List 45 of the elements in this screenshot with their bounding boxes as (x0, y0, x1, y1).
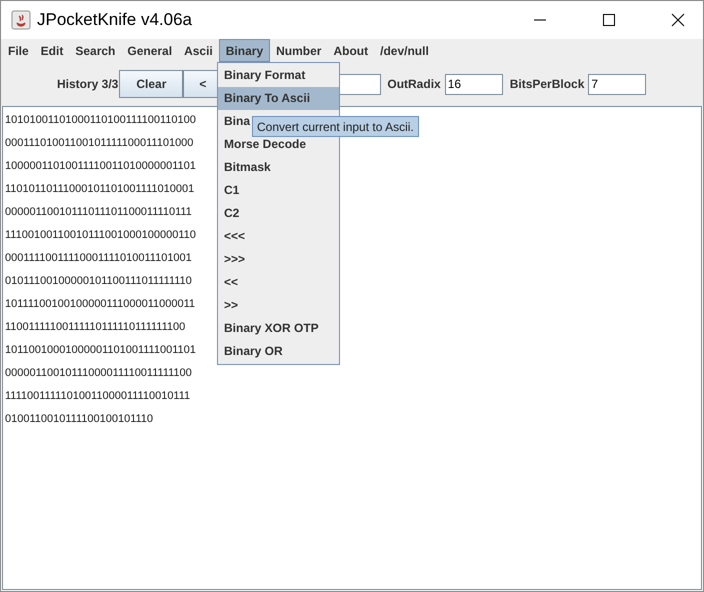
text-line: 0100110010111100100101110 (5, 412, 154, 427)
menu-option[interactable]: Binary OR (218, 340, 339, 363)
bitsperblock-field[interactable]: 7 (588, 74, 646, 94)
text-line: 00011110011110001111010011101001 (5, 251, 192, 266)
text-line: 01011100100000101100111011111110 (5, 274, 192, 289)
text-line: 11001111100111110111110111111100 (5, 320, 186, 335)
text-line: 11100100110010111001000100000110 (5, 228, 196, 243)
window-title: JPocketKnife v4.06a (37, 9, 192, 32)
menu-option[interactable]: Binary XOR OTP (218, 317, 339, 340)
text-line: 00011101001100101111100011101000 (5, 136, 194, 151)
menu-option[interactable]: >> (218, 294, 339, 317)
outradix-label: OutRadix (387, 76, 441, 93)
menu-option[interactable]: Bitmask (218, 156, 339, 179)
menu-option[interactable]: C1 (218, 179, 339, 202)
text-line: 10110010001000001101001111001101 (5, 343, 196, 358)
menu-item[interactable]: /dev/null (374, 39, 435, 62)
clear-button[interactable]: Clear (119, 70, 184, 98)
maximize-icon[interactable] (602, 13, 616, 27)
menu-option[interactable]: <<< (218, 225, 339, 248)
close-icon[interactable] (671, 13, 685, 27)
text-line: 10111100100100000111000011000011 (5, 297, 196, 312)
menu-option[interactable]: Binary To Ascii (218, 87, 339, 110)
text-line: 10101001101000110100111100110100 (5, 113, 196, 128)
text-line: 11110011111010011000011110010111 (5, 389, 190, 404)
text-line: 11010110111000101101001111010001 (5, 182, 194, 197)
menu-item[interactable]: Number (270, 39, 328, 62)
menu-option[interactable]: << (218, 271, 339, 294)
bitsperblock-label: BitsPerBlock (510, 76, 584, 93)
menu-option[interactable]: C2 (218, 202, 339, 225)
menu-item[interactable]: Binary (218, 39, 270, 62)
text-line: 10000011010011110011010000001101 (5, 159, 196, 174)
menu-item[interactable]: Search (69, 39, 122, 62)
text-line: 00000110010111011101100011110111 (5, 205, 192, 220)
menu-option[interactable]: >>> (218, 248, 339, 271)
text-line: 00000110010111000011110011111100 (5, 366, 192, 381)
menu-item[interactable]: About (327, 39, 374, 62)
menu-item[interactable]: Edit (34, 39, 70, 62)
menu-item[interactable]: General (121, 39, 178, 62)
outradix-field[interactable]: 16 (444, 74, 503, 94)
menu-item[interactable]: File (2, 39, 35, 62)
history-label: History 3/3 (57, 76, 118, 93)
tooltip: Convert current input to Ascii. (252, 116, 419, 137)
text-area[interactable] (2, 106, 702, 590)
app-icon (11, 10, 31, 30)
menu-item[interactable]: Ascii (178, 39, 219, 62)
